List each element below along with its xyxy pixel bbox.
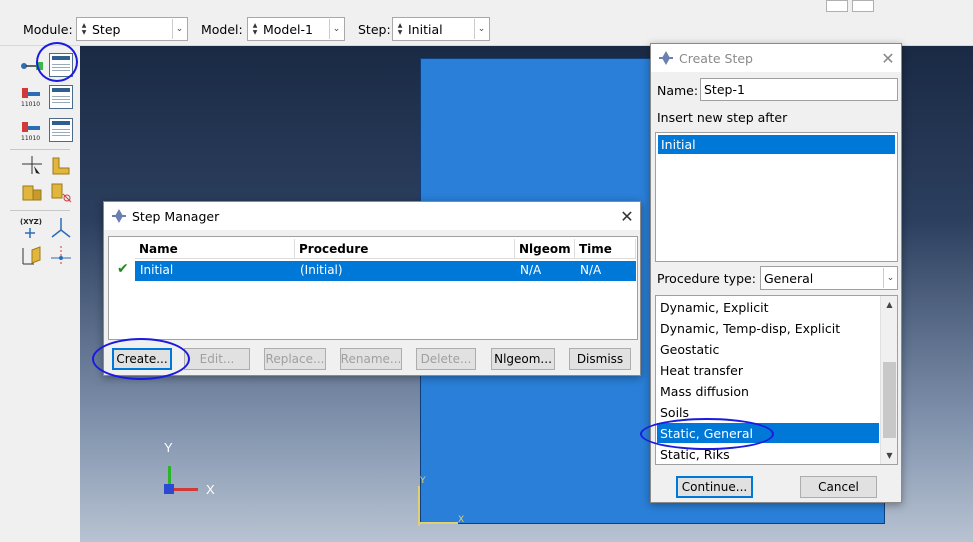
check-icon: ✔ [117,261,129,277]
step-select[interactable]: ▲ ▼ Initial ⌄ [392,17,490,41]
continue-button[interactable]: Continue... [676,476,753,498]
list-item[interactable]: Dynamic, Explicit [657,297,879,317]
insert-after-list[interactable]: Initial [655,132,898,262]
chevron-down-icon[interactable]: ⌄ [172,19,186,39]
part-csys-y [418,486,420,526]
triad-x-axis [170,488,198,491]
scroll-thumb[interactable] [883,362,896,438]
scroll-up-icon[interactable]: ▲ [881,296,897,313]
create-step-titlebar[interactable]: Create Step ✕ [651,44,901,72]
chevron-down-icon[interactable]: ⌄ [474,19,488,39]
table-row[interactable] [135,261,636,281]
list-item[interactable]: Geostatic [657,339,879,359]
module-value: Step [92,21,121,37]
step-value: Initial [408,21,443,37]
part-csys-x [418,522,458,524]
adaptivity-icon[interactable] [49,154,73,178]
step-manager-titlebar[interactable]: Step Manager ✕ [104,202,640,230]
toolbox: 11010 11010 (XYZ) [0,46,80,542]
module-select[interactable]: ▲ ▼ Step ⌄ [76,17,188,41]
chevron-down-icon[interactable]: ⌄ [883,268,897,288]
history-output-icon[interactable]: 11010 [20,118,44,142]
annotation-circle [36,42,78,82]
rename-button[interactable]: Rename... [340,348,402,370]
nlgeom-button[interactable]: Nlgeom... [491,348,555,370]
xyz-query-icon[interactable]: (XYZ) [18,216,42,240]
part-csys-x-label: X [458,515,465,525]
spin-arrows-icon[interactable]: ▲ ▼ [250,19,260,39]
toolbar-icon[interactable] [826,0,848,12]
datum-axis-icon[interactable] [49,244,73,268]
column-header-time[interactable]: Time [575,239,636,259]
scroll-down-icon[interactable]: ▼ [881,447,897,464]
history-output-manager-icon[interactable] [49,118,73,142]
cell-name: Initial [140,263,174,277]
annotation-circle [92,338,190,380]
step-manager-title: Step Manager [132,208,220,224]
step-table: Name Procedure Nlgeom Time ✔ Initial (In… [108,236,638,340]
abaqus-icon [659,51,673,65]
adaptive-remesh-icon[interactable] [20,154,44,178]
context-bar: Module: ▲ ▼ Step ⌄ Model: ▲ ▼ Model-1 ⌄ St… [0,0,973,46]
abaqus-icon [112,209,126,223]
name-label: Name: [657,83,699,98]
cell-time: N/A [580,263,602,277]
cell-nlgeom: N/A [520,263,542,277]
table-icon[interactable] [852,0,874,12]
list-item[interactable]: Mass diffusion [657,381,879,401]
svg-text:11010: 11010 [21,135,40,142]
list-item[interactable]: Heat transfer [657,360,879,380]
triad-x-label: X [206,482,215,497]
insert-after-label: Insert new step after [657,110,788,125]
column-header-nlgeom[interactable]: Nlgeom [515,239,575,259]
remesh-rule-icon[interactable] [49,180,73,204]
field-output-icon[interactable]: 11010 [20,84,44,108]
cancel-button[interactable]: Cancel [800,476,877,498]
create-step-title: Create Step [679,50,753,66]
cell-procedure: (Initial) [300,263,343,277]
toolbox-divider [10,149,70,150]
toolbox-divider [10,210,70,211]
triad-y-label: Y [164,440,173,455]
step-name-input[interactable]: Step-1 [700,78,898,101]
dismiss-button[interactable]: Dismiss [569,348,631,370]
scrollbar[interactable]: ▲ ▼ [880,296,897,464]
procedure-type-label: Procedure type: [657,271,756,286]
model-select[interactable]: ▲ ▼ Model-1 ⌄ [247,17,345,41]
procedure-type-value: General [764,270,814,286]
spin-arrows-icon[interactable]: ▲ ▼ [395,19,405,39]
datum-plane-icon[interactable] [20,244,44,268]
spin-arrows-icon[interactable]: ▲ ▼ [79,19,89,39]
list-item[interactable]: Dynamic, Temp-disp, Explicit [657,318,879,338]
field-output-manager-icon[interactable] [49,85,73,109]
chevron-down-icon[interactable]: ⌄ [329,19,343,39]
csys-icon[interactable] [49,216,73,240]
svg-text:11010: 11010 [21,101,40,108]
step-label: Step: [358,22,391,37]
list-item[interactable]: Initial [658,135,895,154]
model-value: Model-1 [263,21,313,37]
top-right-toolbar [826,0,874,12]
close-icon[interactable]: ✕ [875,49,901,68]
replace-button[interactable]: Replace... [264,348,326,370]
column-header-procedure[interactable]: Procedure [295,239,515,259]
procedure-type-select[interactable]: General ⌄ [760,266,898,290]
edit-button[interactable]: Edit... [184,348,250,370]
model-label: Model: [201,22,243,37]
module-label: Module: [23,22,73,37]
annotation-circle [640,418,774,450]
mesh-controls-icon[interactable] [20,180,44,204]
triad-z-axis [164,484,174,494]
column-header-name[interactable]: Name [135,239,295,259]
delete-button[interactable]: Delete... [416,348,476,370]
part-csys-y-label: Y [420,476,426,486]
close-icon[interactable]: ✕ [614,207,640,226]
